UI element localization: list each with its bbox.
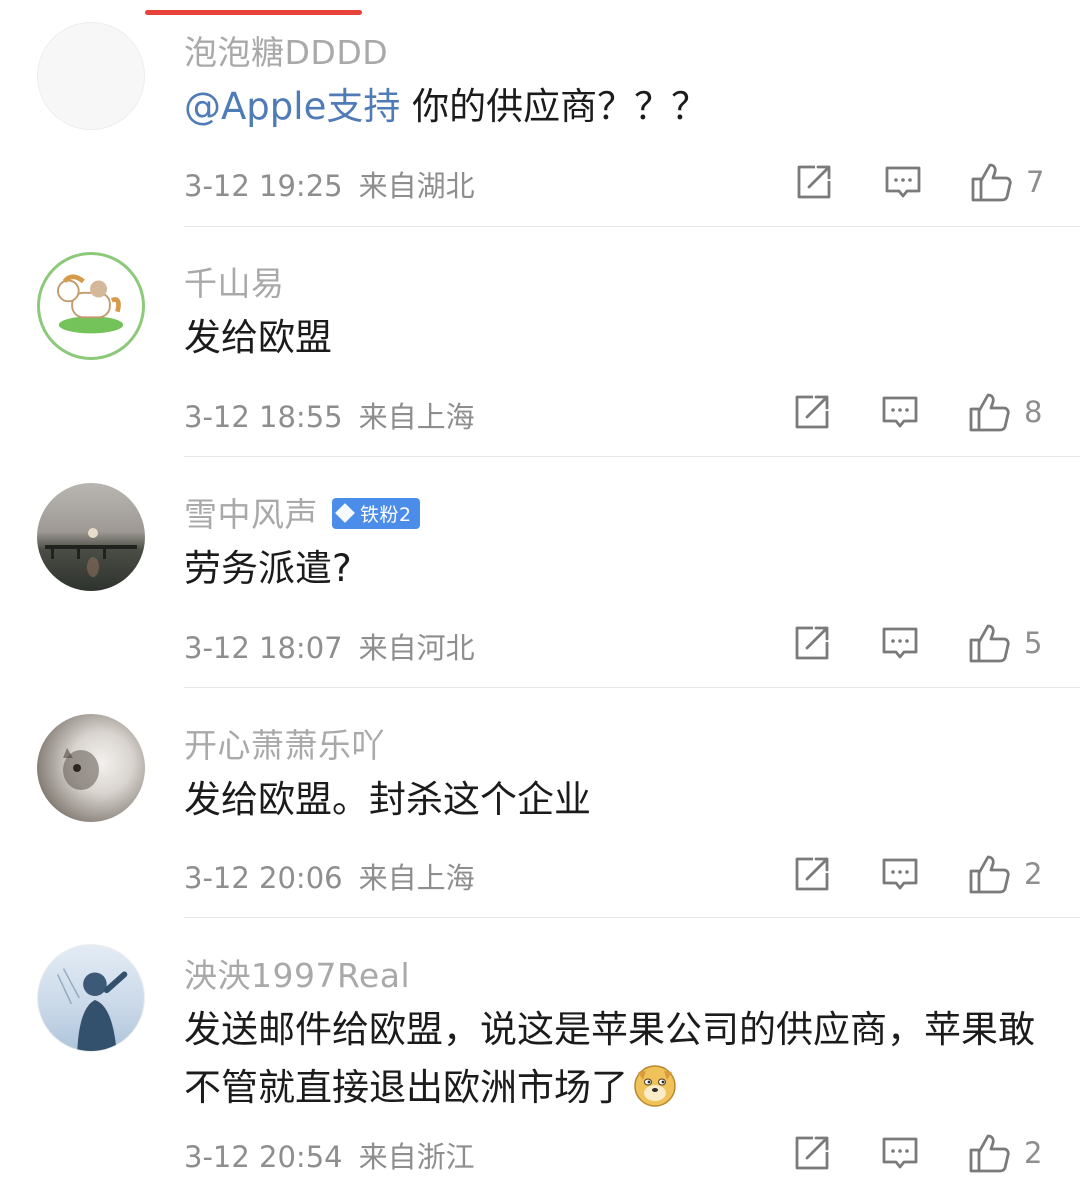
comment-icon xyxy=(885,166,921,198)
share-button[interactable] xyxy=(795,157,833,207)
reply-button[interactable] xyxy=(881,849,919,899)
like-count: 2 xyxy=(1024,1136,1043,1170)
avatar[interactable] xyxy=(37,483,145,591)
like-button[interactable]: 5 xyxy=(968,618,1042,668)
doge-emoji xyxy=(634,1065,676,1107)
badge-label: 铁粉2 xyxy=(360,503,412,526)
thumbs-up-icon xyxy=(969,393,1010,432)
fan-badge: 铁粉2 xyxy=(332,497,420,529)
share-button[interactable] xyxy=(793,387,831,437)
share-button[interactable] xyxy=(793,618,831,668)
comment-icon xyxy=(882,858,918,890)
thumbs-up-icon xyxy=(969,855,1010,894)
reply-button[interactable] xyxy=(884,157,922,207)
comment-icon xyxy=(882,396,918,428)
comment-body: 发送邮件给欧盟，说这是苹果公司的供应商，苹果敢不管就直接退出欧洲市场了 xyxy=(184,1008,1035,1109)
reply-button[interactable] xyxy=(881,1128,919,1178)
like-button[interactable]: 2 xyxy=(968,849,1042,899)
thumbs-up-icon xyxy=(969,624,1010,663)
comment-text: @Apple支持 你的供应商？？？ xyxy=(184,78,1044,136)
comment-actions: 2 xyxy=(0,1128,1080,1178)
thumbs-up-icon xyxy=(969,1134,1010,1173)
comment-body: 你的供应商？？？ xyxy=(400,85,709,128)
like-button[interactable]: 7 xyxy=(970,157,1044,207)
share-icon xyxy=(795,626,829,660)
like-button[interactable]: 2 xyxy=(968,1128,1042,1178)
avatar[interactable] xyxy=(37,22,145,130)
active-tab-indicator xyxy=(145,10,362,15)
divider xyxy=(184,456,1080,457)
comment-username[interactable]: 泡泡糖DDDD xyxy=(184,26,388,74)
avatar[interactable] xyxy=(37,252,145,360)
comment-text: 发给欧盟。封杀这个企业 xyxy=(184,778,591,821)
comment-actions: 5 xyxy=(0,618,1080,668)
share-button[interactable] xyxy=(793,849,831,899)
share-button[interactable] xyxy=(793,1128,831,1178)
comment-username[interactable]: 雪中风声 铁粉2 xyxy=(184,488,420,536)
comment-actions: 7 xyxy=(0,157,1080,207)
like-count: 7 xyxy=(1026,165,1045,199)
pony-avatar-image xyxy=(56,274,124,334)
comment-username[interactable]: 开心萧萧乐吖 xyxy=(184,719,385,767)
comment-actions: 8 xyxy=(0,387,1080,437)
reply-button[interactable] xyxy=(881,618,919,668)
username-text[interactable]: 雪中风声 xyxy=(184,495,318,534)
comment-username[interactable]: 泱泱1997Real xyxy=(184,949,410,997)
sunset-avatar-image xyxy=(45,528,137,577)
mention-link[interactable]: @Apple支持 xyxy=(184,85,400,128)
comment-actions: 2 xyxy=(0,849,1080,899)
comment-text: 发送邮件给欧盟，说这是苹果公司的供应商，苹果敢不管就直接退出欧洲市场了 xyxy=(184,1001,1044,1117)
divider xyxy=(184,226,1080,227)
diamond-icon xyxy=(335,503,355,523)
share-icon xyxy=(795,857,829,891)
cat-avatar-image xyxy=(63,748,99,790)
share-icon xyxy=(795,395,829,429)
like-count: 2 xyxy=(1024,857,1043,891)
comment-icon xyxy=(882,1137,918,1169)
comment-username[interactable]: 千山易 xyxy=(184,257,285,305)
share-icon xyxy=(797,165,831,199)
like-count: 8 xyxy=(1024,395,1043,429)
avatar[interactable] xyxy=(37,944,145,1052)
reply-button[interactable] xyxy=(881,387,919,437)
thumbs-up-icon xyxy=(971,163,1012,202)
comment-icon xyxy=(882,627,918,659)
avatar[interactable] xyxy=(37,714,145,822)
share-icon xyxy=(795,1136,829,1170)
like-count: 5 xyxy=(1024,626,1043,660)
comment-text: 发给欧盟 xyxy=(184,316,332,359)
divider xyxy=(184,917,1080,918)
comment-text: 劳务派遣? xyxy=(184,547,352,590)
like-button[interactable]: 8 xyxy=(968,387,1042,437)
divider xyxy=(184,687,1080,688)
silhouette-avatar-image xyxy=(56,968,128,1051)
